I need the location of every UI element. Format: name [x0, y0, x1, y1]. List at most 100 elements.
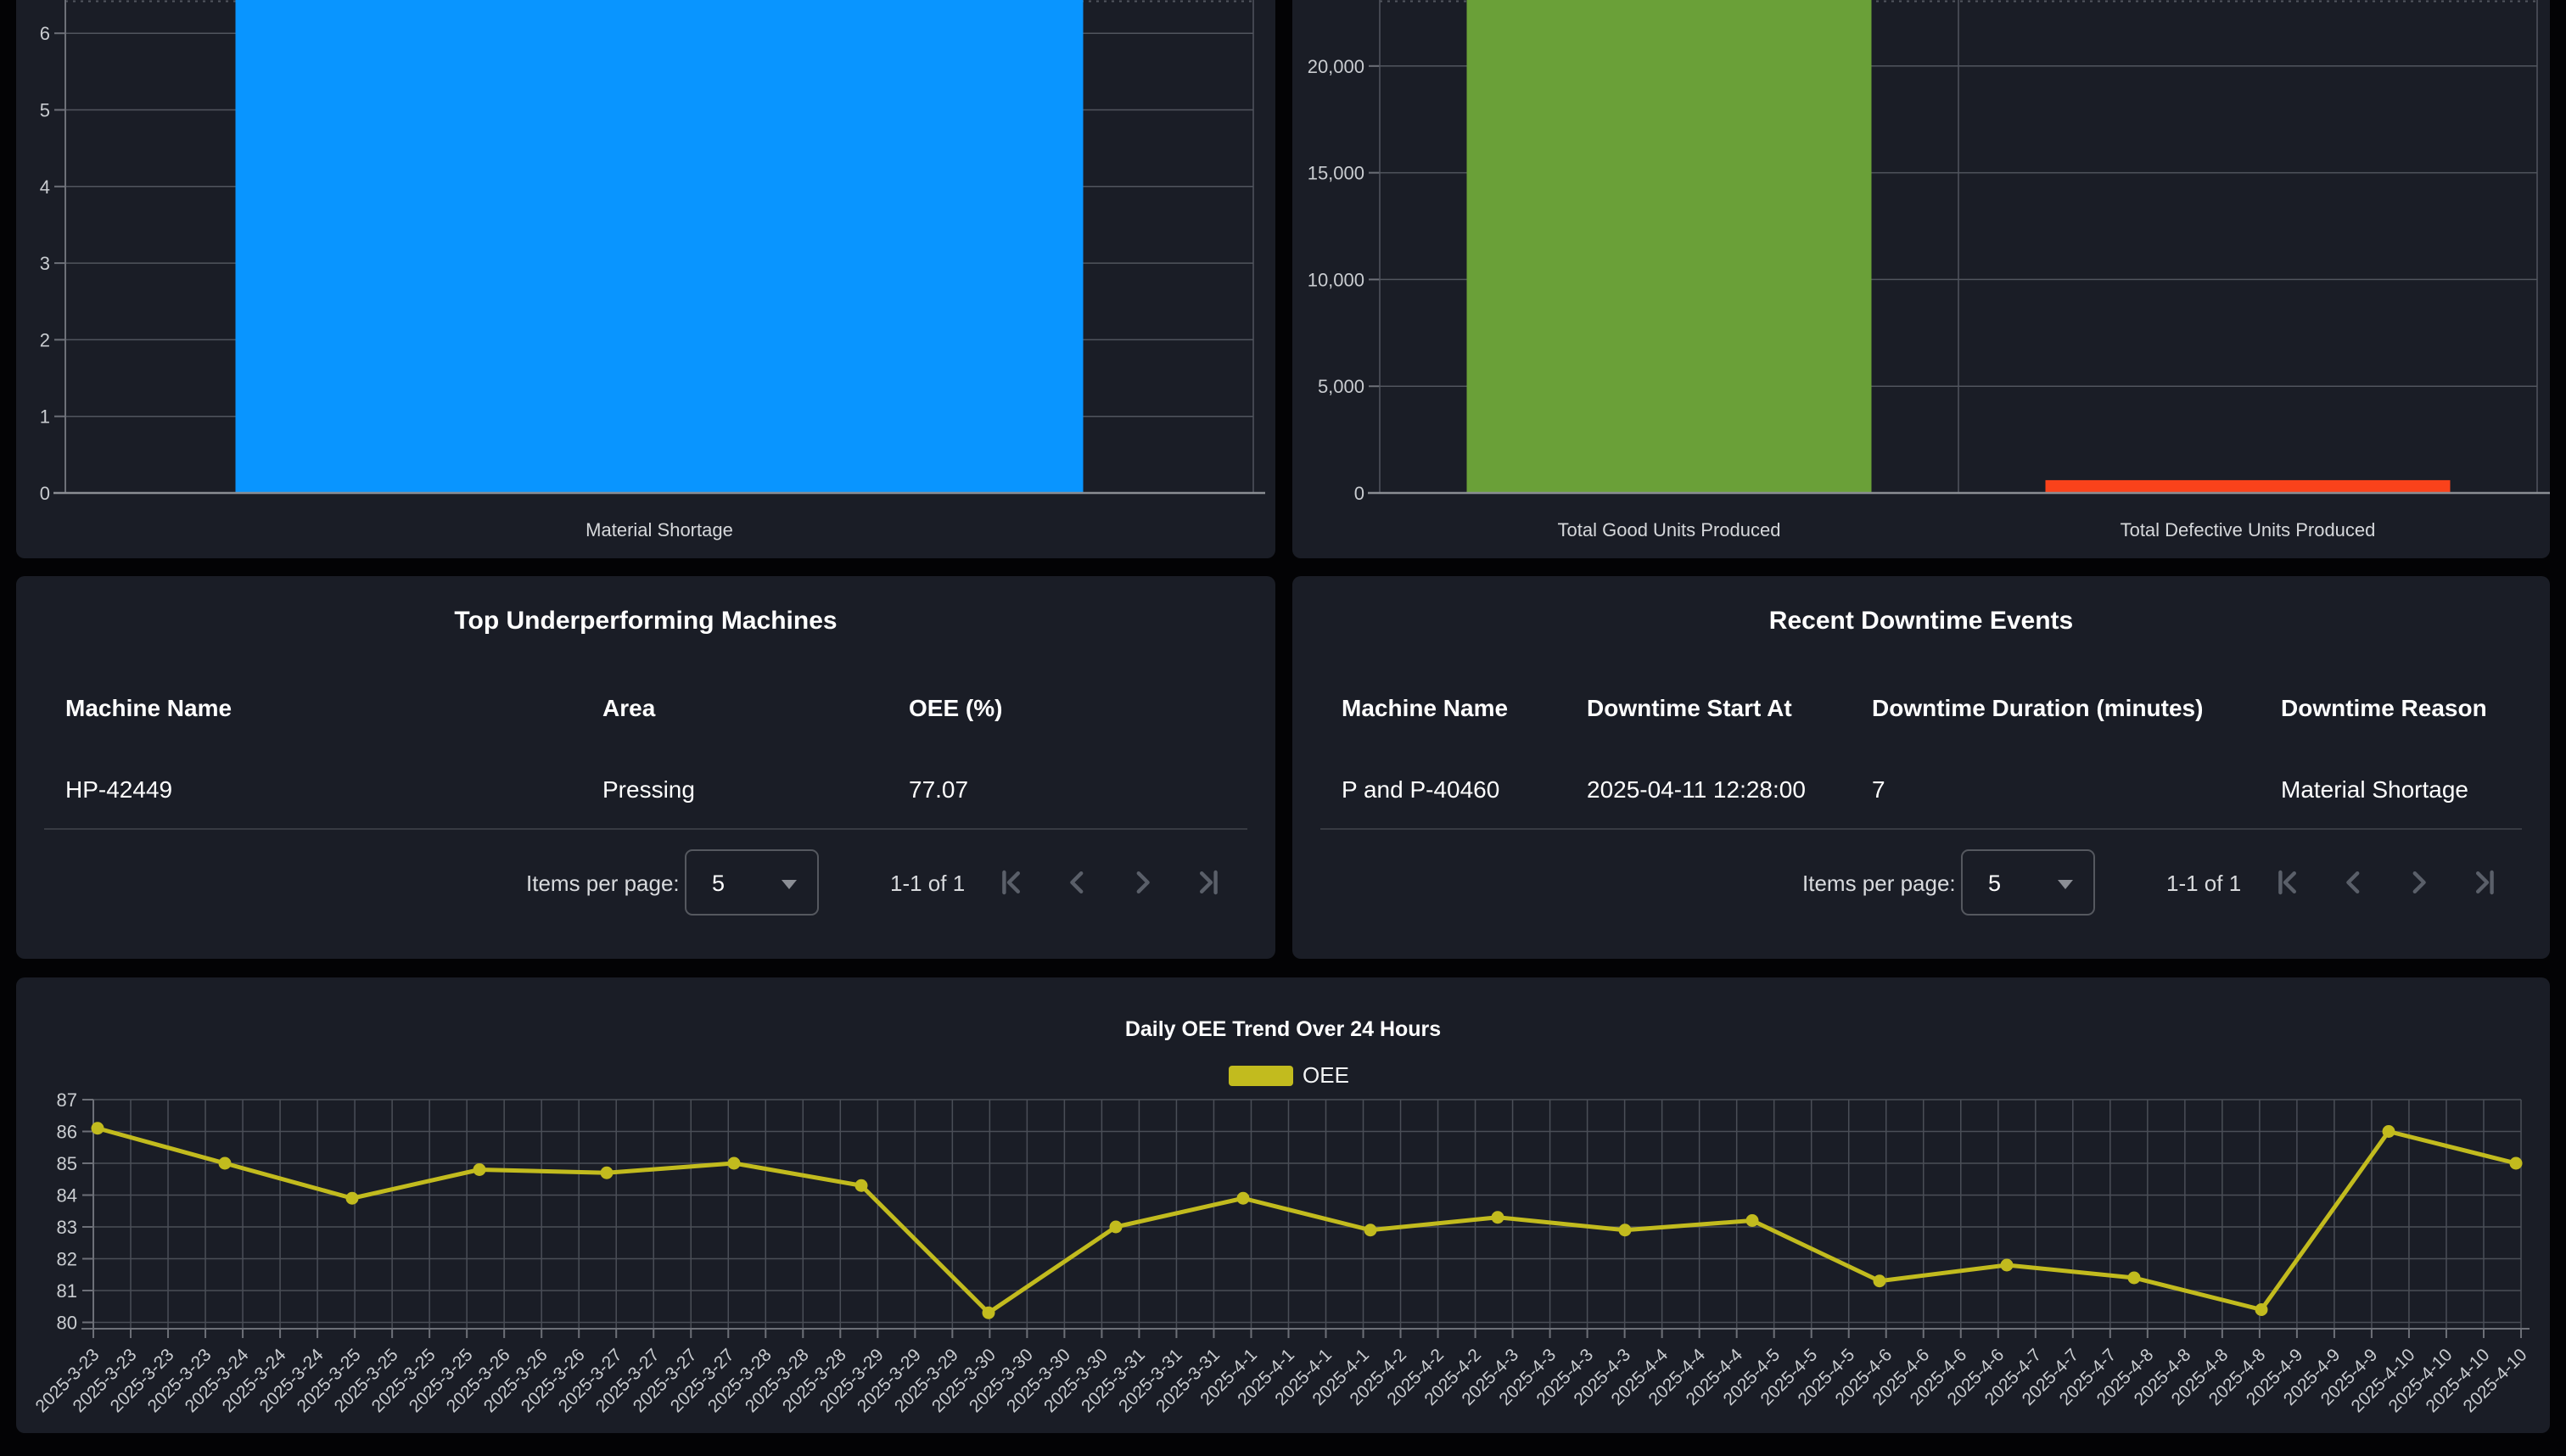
next-page-button[interactable] [1123, 862, 1163, 903]
good-vs-defective-units-bar-chart: 0 5,000 10,000 15,000 20,000 Total Good Units… [1292, 0, 2550, 558]
column-header-machine-name: Machine Name [1342, 695, 1508, 722]
svg-text:0: 0 [1354, 483, 1364, 504]
svg-text:5: 5 [40, 100, 50, 121]
data-point-2025-4-2 [1364, 1224, 1377, 1236]
downtime-reason-chart-card: 0 1 2 3 4 5 6 Material Shortage [16, 0, 1275, 558]
svg-text:Material Shortage: Material Shortage [585, 519, 733, 540]
column-header-downtime-duration: Downtime Duration (minutes) [1872, 695, 2203, 722]
data-point-2025-4-10 [2383, 1125, 2395, 1138]
cell-downtime-start: 2025-04-11 12:28:00 [1587, 776, 1806, 804]
page-size-value: 5 [712, 871, 725, 897]
chevron-right-icon [1123, 862, 1163, 903]
page-size-value: 5 [1988, 871, 2001, 897]
previous-page-button[interactable] [2333, 862, 2373, 903]
first-page-icon [990, 862, 1031, 903]
bar-defective-units [2046, 480, 2451, 493]
paginator-downtime: Items per page: 5 1-1 of 1 [1292, 849, 2550, 916]
data-point-2025-3-31 [1110, 1221, 1123, 1234]
last-page-icon [2465, 862, 2506, 903]
cell-machine-name: HP-42449 [65, 776, 172, 804]
row-divider [1320, 828, 2522, 830]
svg-text:15,000: 15,000 [1308, 163, 1364, 184]
data-point-2025-4-8 [2128, 1272, 2141, 1285]
page-title-underperforming: Top Underperforming Machines [16, 607, 1275, 636]
next-page-button[interactable] [2399, 862, 2440, 903]
data-point-2025-4-9 [2255, 1303, 2268, 1316]
data-point-2025-4-3 [1492, 1211, 1504, 1224]
svg-text:20,000: 20,000 [1308, 56, 1364, 77]
svg-text:10,000: 10,000 [1308, 269, 1364, 290]
svg-text:81: 81 [57, 1280, 77, 1302]
last-page-button[interactable] [2465, 862, 2506, 903]
column-header-downtime-reason: Downtime Reason [2281, 695, 2487, 722]
bar-good-units [1467, 0, 1872, 493]
last-page-icon [1189, 862, 1230, 903]
cell-downtime-duration: 7 [1872, 776, 1885, 804]
page-title-downtime: Recent Downtime Events [1292, 607, 2550, 636]
daily-oee-trend-line-chart: 2025-3-232025-3-232025-3-232025-3-232025… [16, 977, 2550, 1433]
page-size-select[interactable]: 5 [685, 849, 819, 916]
svg-text:1: 1 [40, 406, 50, 428]
svg-text:Total Defective Units Produced: Total Defective Units Produced [2121, 519, 2376, 540]
page-size-select[interactable]: 5 [1961, 849, 2095, 916]
first-page-button[interactable] [990, 862, 1031, 903]
data-point-2025-4-1 [1237, 1192, 1250, 1205]
data-point-2025-4-7 [2001, 1259, 2014, 1272]
svg-text:83: 83 [57, 1217, 77, 1238]
svg-text:0: 0 [40, 483, 50, 504]
previous-page-button[interactable] [1056, 862, 1097, 903]
column-header-area: Area [602, 695, 655, 722]
bar-material-shortage [236, 0, 1084, 493]
chevron-right-icon [2399, 862, 2440, 903]
svg-text:2: 2 [40, 329, 50, 350]
data-point-2025-3-28 [728, 1157, 741, 1170]
chevron-down-icon [782, 880, 797, 889]
cell-area: Pressing [602, 776, 695, 804]
svg-text:4: 4 [40, 176, 50, 198]
cell-downtime-reason: Material Shortage [2281, 776, 2468, 804]
recent-downtime-events-card: Recent Downtime Events Machine Name Down… [1292, 576, 2550, 959]
data-point-2025-3-30 [983, 1307, 995, 1319]
row-divider [44, 828, 1247, 830]
svg-text:5,000: 5,000 [1318, 376, 1364, 397]
svg-text:Total Good Units Produced: Total Good Units Produced [1558, 519, 1781, 540]
svg-text:87: 87 [57, 1089, 77, 1111]
data-point-2025-4-11 [2510, 1157, 2523, 1170]
chevron-left-icon [2333, 862, 2373, 903]
units-produced-chart-card: 0 5,000 10,000 15,000 20,000 Total Good Units… [1292, 0, 2550, 558]
first-page-icon [2266, 862, 2307, 903]
svg-text:84: 84 [57, 1185, 77, 1207]
column-header-downtime-start: Downtime Start At [1587, 695, 1792, 722]
top-underperforming-machines-card: Top Underperforming Machines Machine Nam… [16, 576, 1275, 959]
items-per-page-label: Items per page: [1802, 871, 1956, 897]
oee-trend-line [98, 1128, 2516, 1313]
data-point-2025-3-29 [855, 1179, 868, 1192]
downtime-by-reason-bar-chart: 0 1 2 3 4 5 6 Material Shortage [16, 0, 1275, 558]
column-header-oee: OEE (%) [909, 695, 1002, 722]
data-point-2025-4-4 [1619, 1224, 1632, 1236]
svg-text:3: 3 [40, 253, 50, 274]
data-point-2025-3-27 [601, 1167, 613, 1179]
data-point-2025-3-25 [346, 1192, 359, 1205]
data-point-2025-4-6 [1874, 1274, 1886, 1287]
svg-text:86: 86 [57, 1122, 77, 1143]
page-range-label: 1-1 of 1 [890, 871, 965, 897]
oee-trend-chart-card: Daily OEE Trend Over 24 Hours OEE 2025-3… [16, 977, 2550, 1433]
last-page-button[interactable] [1189, 862, 1230, 903]
cell-oee: 77.07 [909, 776, 968, 804]
first-page-button[interactable] [2266, 862, 2307, 903]
cell-machine-name: P and P-40460 [1342, 776, 1499, 804]
data-point-2025-3-26 [473, 1163, 486, 1176]
data-point-2025-4-5 [1746, 1214, 1759, 1227]
chevron-left-icon [1056, 862, 1097, 903]
items-per-page-label: Items per page: [526, 871, 680, 897]
data-point-2025-3-24 [219, 1157, 232, 1170]
svg-text:80: 80 [57, 1313, 77, 1334]
page-range-label: 1-1 of 1 [2166, 871, 2241, 897]
svg-text:6: 6 [40, 23, 50, 44]
paginator-underperforming: Items per page: 5 1-1 of 1 [16, 849, 1275, 916]
svg-text:85: 85 [57, 1153, 77, 1174]
chevron-down-icon [2058, 880, 2073, 889]
column-header-machine-name: Machine Name [65, 695, 232, 722]
svg-text:82: 82 [57, 1249, 77, 1270]
